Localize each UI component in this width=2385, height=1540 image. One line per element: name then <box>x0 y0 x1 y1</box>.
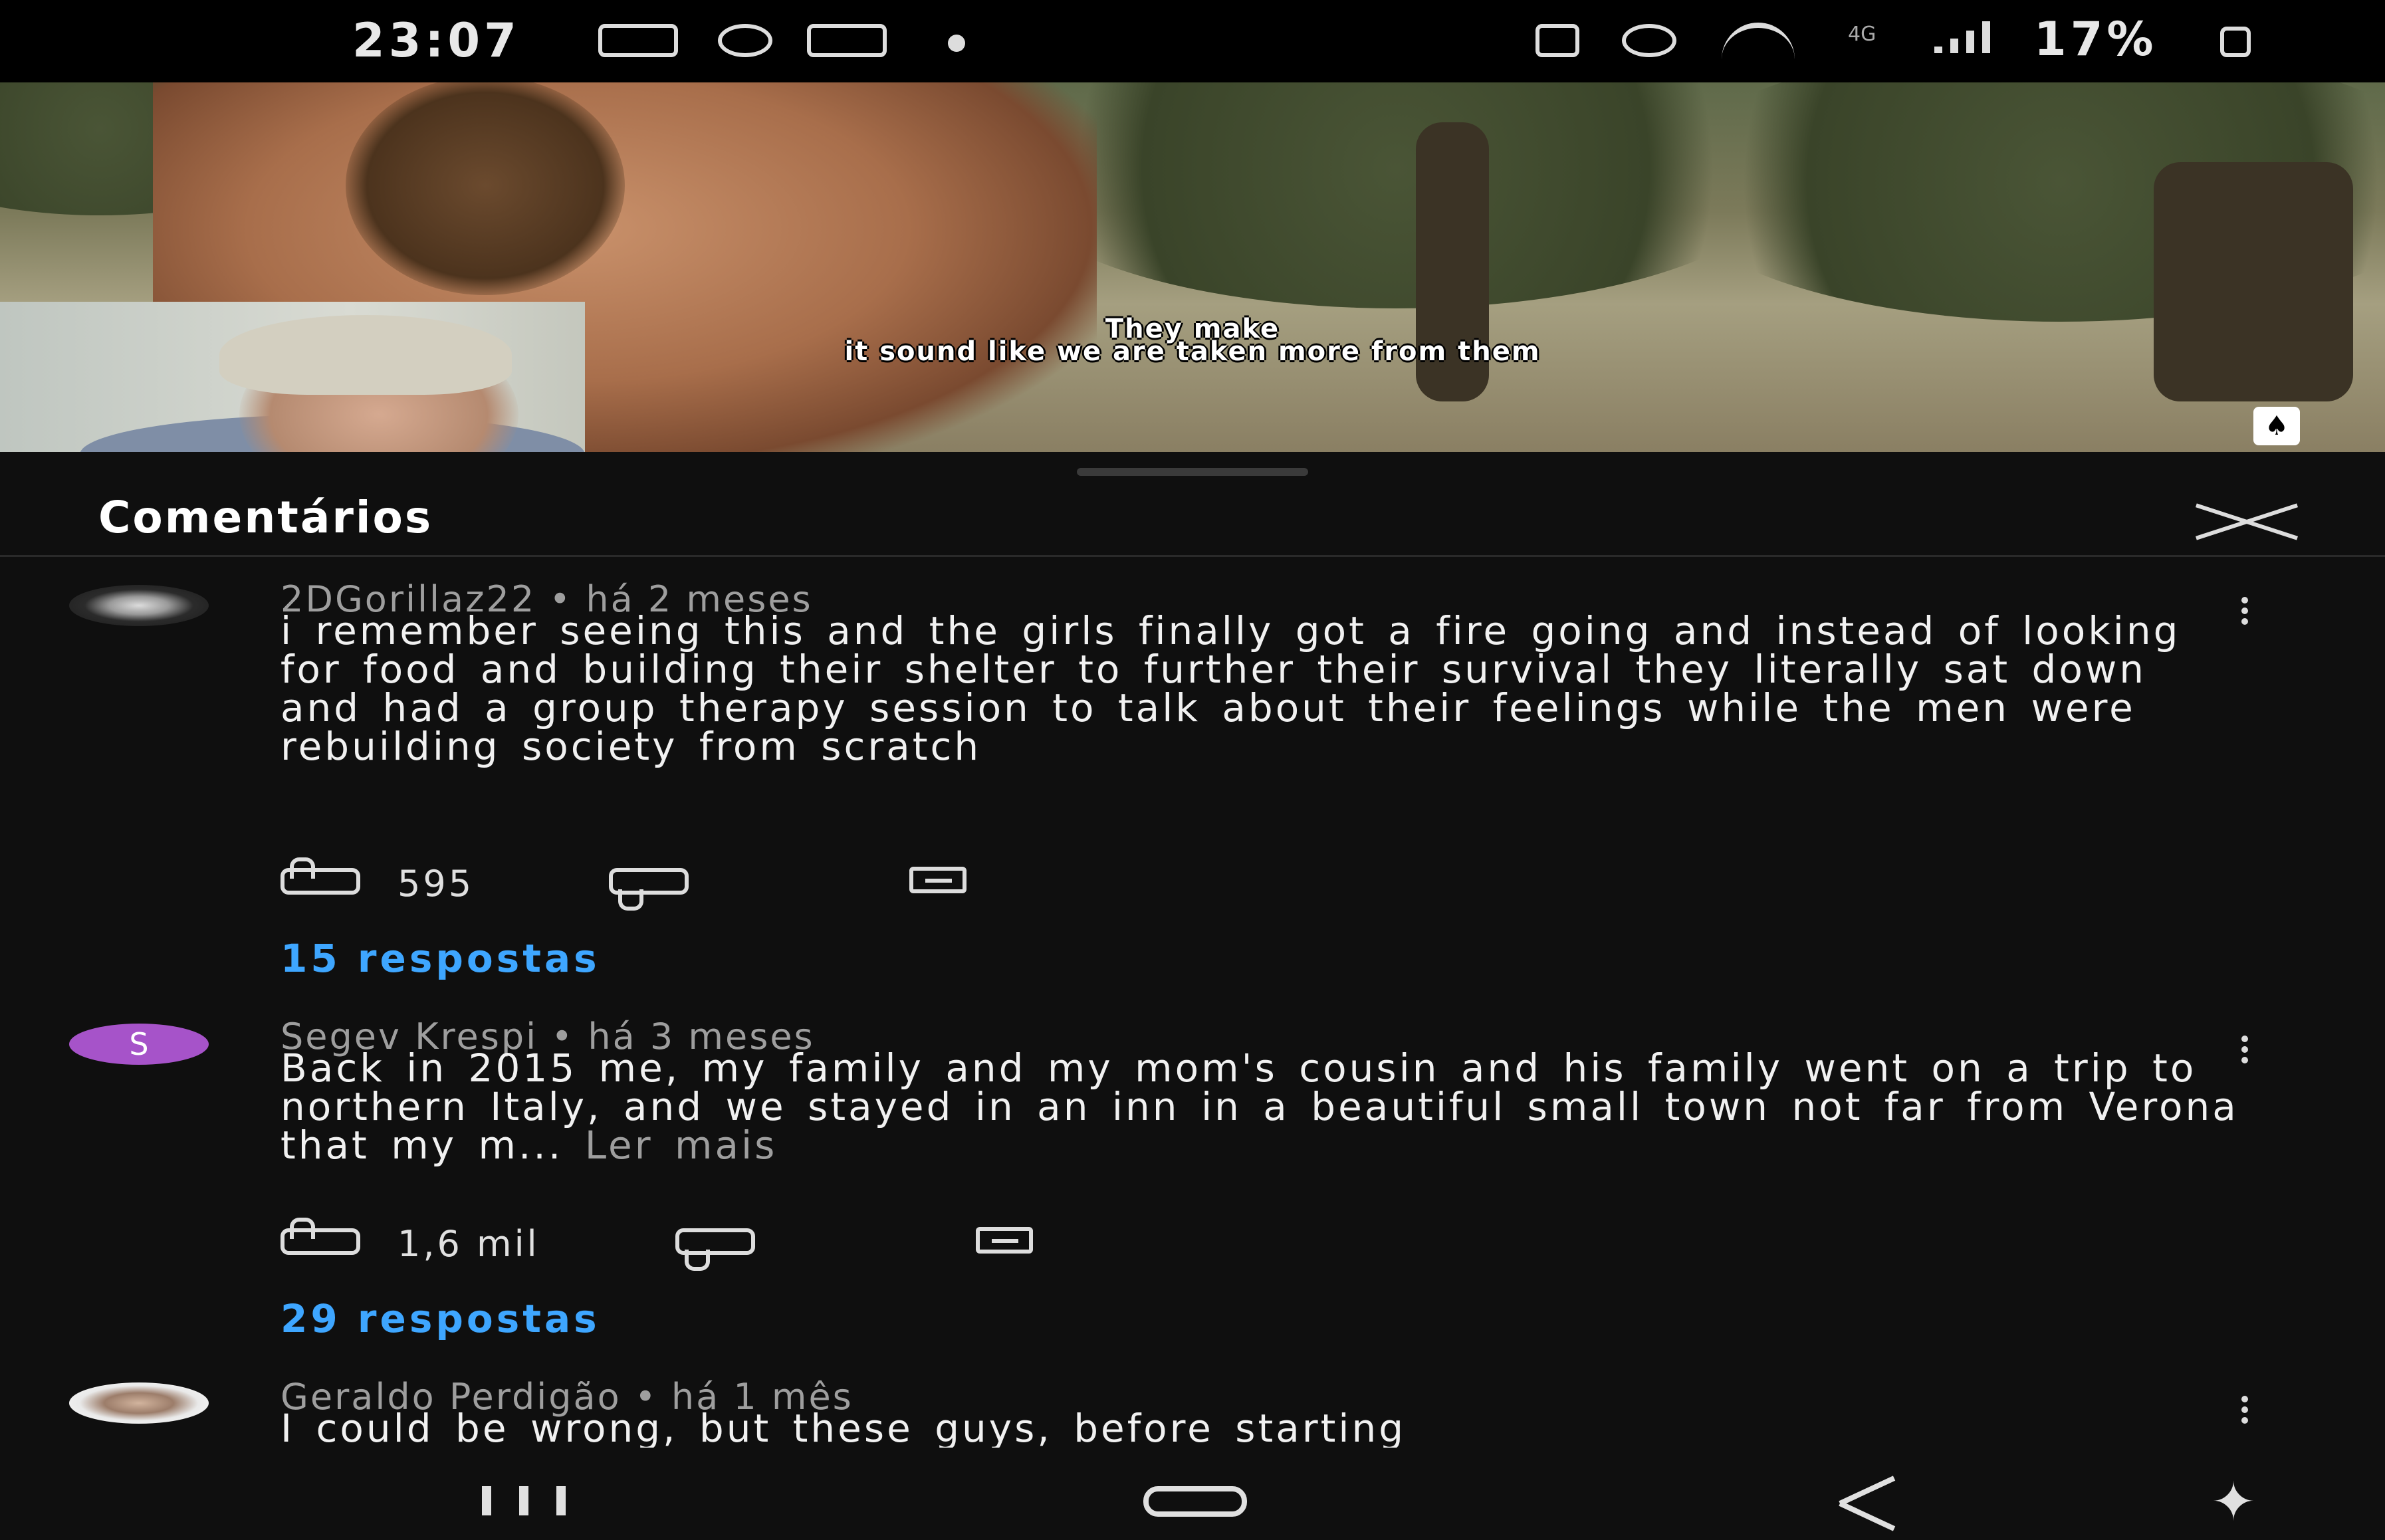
status-time: 23:07 <box>352 13 520 68</box>
drag-handle[interactable] <box>1077 468 1308 476</box>
alarm-icon <box>1535 24 1579 57</box>
battery-text: 17% <box>2034 12 2158 66</box>
dislike-icon[interactable] <box>609 868 689 911</box>
subtitle-line-2: it sound like we are taken more from the… <box>844 336 1541 367</box>
like-icon[interactable] <box>281 857 360 895</box>
comment-text: Back in 2015 me, my family and my mom's … <box>281 1049 2248 1164</box>
comment-actions: 1,6 mil <box>281 1218 1344 1271</box>
dislike-icon[interactable] <box>675 1228 755 1271</box>
video-person-hair <box>346 82 625 295</box>
dot-icon <box>948 35 965 52</box>
video-player[interactable]: They make it sound like we are taken mor… <box>0 82 2385 452</box>
accessibility-icon[interactable]: ✦ <box>2187 1476 2280 1529</box>
comment-text: i remember seeing this and the girls fin… <box>281 608 2181 769</box>
read-more-link[interactable]: Ler mais <box>585 1123 778 1168</box>
replies-link[interactable]: 29 respostas <box>281 1296 600 1341</box>
network-label: 4G <box>1848 23 1876 46</box>
comment-text: I could be wrong, but these guys, before… <box>281 1409 1407 1448</box>
close-icon[interactable] <box>2194 498 2300 545</box>
system-nav-bar: ✦ <box>0 1449 2385 1540</box>
reply-icon[interactable] <box>976 1227 1033 1254</box>
notification-icon <box>807 24 887 57</box>
avatar[interactable]: S <box>69 1024 209 1065</box>
replies-link[interactable]: 15 respostas <box>281 936 600 981</box>
avatar[interactable] <box>69 1382 209 1424</box>
like-icon[interactable] <box>281 1218 360 1255</box>
comment-text-content: Back in 2015 me, my family and my mom's … <box>281 1045 2239 1168</box>
home-icon[interactable] <box>1143 1486 1247 1517</box>
timer-icon <box>718 24 772 57</box>
like-count: 1,6 mil <box>397 1223 540 1265</box>
battery-icon <box>2220 27 2251 57</box>
comments-panel: Comentários 2DGorillaz22 • há 2 meses i … <box>0 452 2385 1449</box>
channel-logo-icon: ♠ <box>2253 407 2300 445</box>
avatar[interactable] <box>69 585 209 626</box>
comment-actions: 595 <box>281 857 1344 911</box>
header-divider <box>0 555 2385 557</box>
recent-apps-icon[interactable] <box>482 1486 575 1515</box>
status-bar: 23:07 4G 17% <box>0 0 2385 82</box>
keyboard-icon <box>598 24 678 57</box>
reply-icon[interactable] <box>909 867 966 893</box>
alarm-clock-icon <box>1622 24 1676 57</box>
like-count: 595 <box>397 863 475 905</box>
signal-icon <box>1934 20 2001 53</box>
panel-title: Comentários <box>98 492 433 543</box>
back-icon[interactable] <box>1835 1477 1881 1523</box>
wifi-icon <box>1722 23 1795 60</box>
